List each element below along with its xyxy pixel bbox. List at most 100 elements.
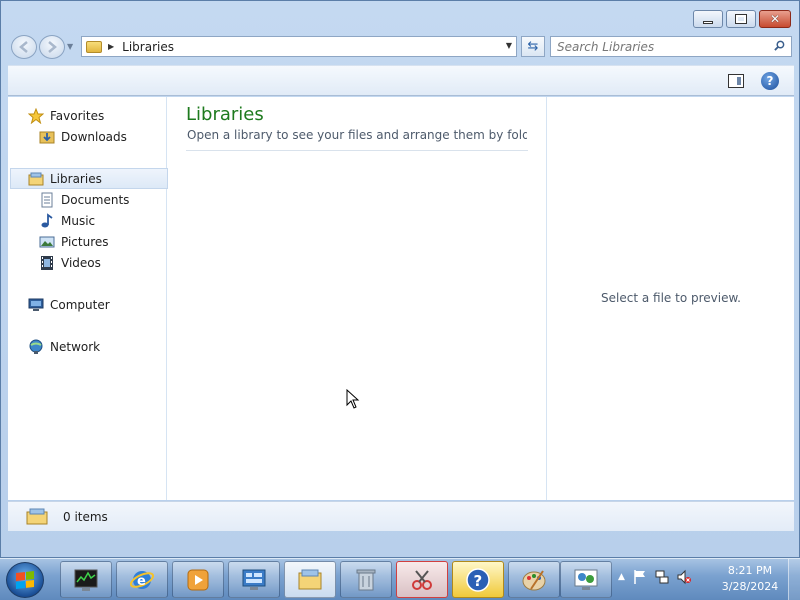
paint-icon <box>522 569 546 590</box>
taskbar-paint[interactable] <box>508 561 560 598</box>
maximize-button[interactable] <box>726 10 756 28</box>
breadcrumb-chevron-icon[interactable]: ▶ <box>108 42 114 51</box>
sidebar-item-computer[interactable]: Computer <box>8 294 166 315</box>
forward-button[interactable] <box>39 35 65 59</box>
sidebar-item-label: Computer <box>50 297 110 312</box>
action-center-flag-icon[interactable] <box>633 569 647 585</box>
videos-icon <box>41 255 53 270</box>
preview-pane: Select a file to preview. <box>548 97 794 500</box>
back-arrow-icon <box>19 41 28 53</box>
sidebar-item-videos[interactable]: Videos <box>8 252 166 273</box>
sidebar-item-label: Network <box>50 339 101 354</box>
show-hidden-icons-icon[interactable]: ▲ <box>618 572 625 582</box>
network-tray-icon[interactable] <box>655 569 669 585</box>
mouse-cursor-icon <box>346 389 360 409</box>
help-button[interactable]: ? <box>761 72 779 90</box>
file-list-pane[interactable]: Libraries Open a library to see your fil… <box>168 97 547 500</box>
preview-placeholder-text: Select a file to preview. <box>601 291 741 305</box>
library-description: Open a library to see your files and arr… <box>187 128 527 142</box>
navigation-bar: ▼ ▶ Libraries ▼ ⇆ <box>9 35 793 59</box>
sidebar-item-downloads[interactable]: Downloads <box>8 126 166 147</box>
command-bar: ? <box>8 65 794 96</box>
sidebar-item-label: Favorites <box>50 108 105 123</box>
sidebar-item-label: Videos <box>61 255 101 270</box>
start-button[interactable] <box>6 562 44 598</box>
sidebar-item-label: Pictures <box>61 234 109 249</box>
taskbar: e ? ▲ 8:21 PM 3/28/2024 <box>0 558 800 600</box>
refresh-icon: ⇆ <box>527 39 539 54</box>
recycle-icon <box>356 569 376 590</box>
svg-text:?: ? <box>474 572 483 590</box>
taskbar-internet-explorer[interactable]: e <box>116 561 168 598</box>
taskbar-snipping-tool[interactable] <box>396 561 448 598</box>
sidebar-item-libraries[interactable]: Libraries <box>10 168 168 189</box>
show-desktop-button[interactable] <box>788 559 800 600</box>
clock-time: 8:21 PM <box>727 564 773 577</box>
forward-arrow-icon <box>48 41 57 53</box>
network-icon <box>29 339 43 354</box>
sidebar-item-favorites[interactable]: Favorites <box>8 105 166 126</box>
search-box[interactable] <box>550 36 792 57</box>
media-player-icon <box>187 569 209 590</box>
music-icon <box>41 212 53 227</box>
navigation-pane: Favorites Downloads Libraries Documents … <box>8 97 168 500</box>
item-count: 0 items <box>63 510 108 524</box>
sidebar-item-music[interactable]: Music <box>8 210 166 231</box>
network-connections-icon <box>574 569 598 590</box>
windows-explorer-icon <box>298 569 322 589</box>
downloads-folder-icon <box>39 131 55 143</box>
snipping-tool-icon <box>412 569 432 590</box>
sidebar-item-network[interactable]: Network <box>8 336 166 357</box>
sidebar-item-pictures[interactable]: Pictures <box>8 231 166 252</box>
clock[interactable]: 8:21 PM 3/28/2024 <box>718 563 782 595</box>
task-manager-icon <box>74 569 98 591</box>
star-icon <box>28 107 44 124</box>
libraries-icon <box>86 40 102 53</box>
libraries-icon <box>28 172 44 185</box>
sidebar-item-label: Music <box>61 213 96 228</box>
sidebar-item-label: Libraries <box>50 171 102 186</box>
internet-explorer-icon: e <box>129 570 155 589</box>
clock-date: 3/28/2024 <box>721 580 779 593</box>
documents-icon <box>41 192 53 207</box>
remote-desktop-icon <box>242 569 266 590</box>
search-input[interactable] <box>557 39 757 54</box>
taskbar-windows-explorer[interactable] <box>284 561 336 598</box>
sidebar-item-documents[interactable]: Documents <box>8 189 166 210</box>
volume-muted-icon[interactable] <box>677 569 691 585</box>
divider <box>186 150 528 151</box>
computer-icon <box>28 298 44 311</box>
close-icon: ✕ <box>769 12 781 26</box>
help-icon: ? <box>766 74 774 88</box>
pictures-icon <box>39 236 55 247</box>
taskbar-remote-desktop[interactable] <box>228 561 280 598</box>
close-button[interactable]: ✕ <box>759 10 791 28</box>
maximize-icon <box>735 14 747 24</box>
taskbar-help[interactable]: ? <box>452 561 504 598</box>
help-icon: ? <box>466 567 490 592</box>
taskbar-media-player[interactable] <box>172 561 224 598</box>
svg-text:e: e <box>137 574 146 589</box>
breadcrumb-libraries[interactable]: Libraries <box>122 40 174 54</box>
address-dropdown-icon[interactable]: ▼ <box>506 41 512 50</box>
refresh-button[interactable]: ⇆ <box>521 36 545 57</box>
content-area: Favorites Downloads Libraries Documents … <box>8 97 794 500</box>
address-bar[interactable]: ▶ Libraries ▼ <box>81 36 517 57</box>
taskbar-network-connections[interactable] <box>560 561 612 598</box>
libraries-icon <box>26 508 48 525</box>
sidebar-item-label: Downloads <box>61 129 127 144</box>
system-tray: ▲ <box>618 569 691 585</box>
page-title: Libraries <box>186 104 264 125</box>
taskbar-recycle[interactable] <box>340 561 392 598</box>
details-pane: 0 items <box>8 501 794 531</box>
recent-pages-dropdown[interactable]: ▼ <box>67 42 73 51</box>
sidebar-item-label: Documents <box>61 192 130 207</box>
minimize-button[interactable] <box>693 10 723 28</box>
preview-pane-toggle-button[interactable] <box>728 74 744 88</box>
search-icon[interactable] <box>774 40 785 51</box>
explorer-window: ✕ ▼ ▶ Libraries ▼ ⇆ ? <box>0 0 800 558</box>
minimize-icon <box>703 20 713 24</box>
taskbar-task-manager[interactable] <box>60 561 112 598</box>
caption-buttons: ✕ <box>693 10 791 28</box>
back-button[interactable] <box>11 35 37 59</box>
